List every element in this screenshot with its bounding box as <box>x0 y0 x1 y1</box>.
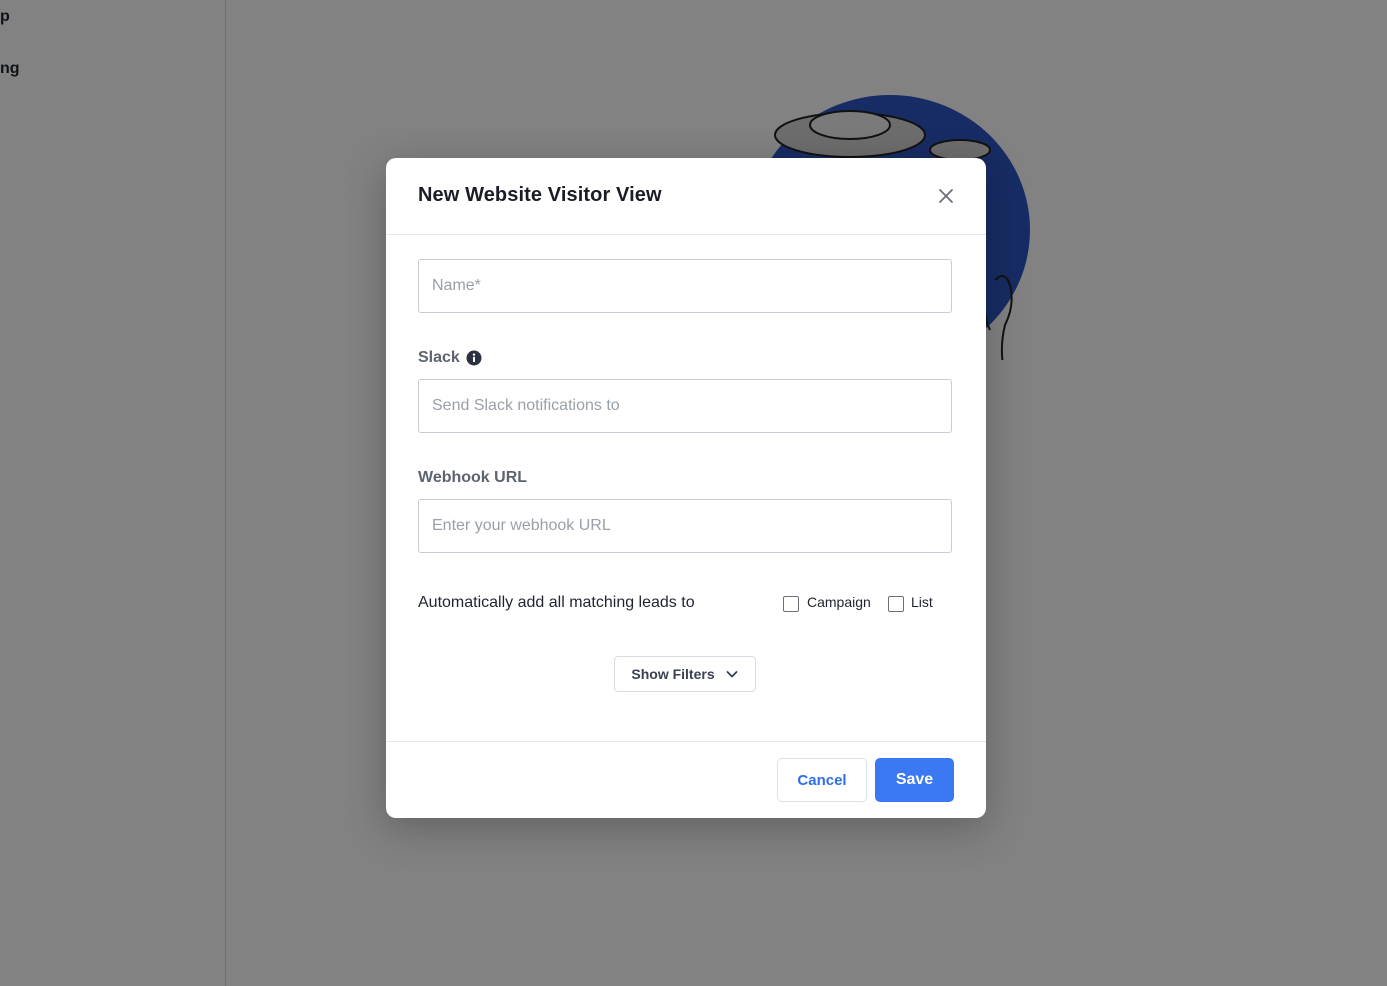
modal-title: New Website Visitor View <box>418 184 662 206</box>
close-icon[interactable] <box>934 184 958 208</box>
cancel-button[interactable]: Cancel <box>777 758 867 802</box>
show-filters-label: Show Filters <box>631 666 715 682</box>
slack-input[interactable] <box>418 379 952 433</box>
modal-header: New Website Visitor View <box>386 158 986 235</box>
auto-add-text: Automatically add all matching leads to <box>418 594 695 611</box>
footer-divider <box>386 741 986 742</box>
campaign-checkbox[interactable] <box>783 596 799 612</box>
campaign-checkbox-label[interactable]: Campaign <box>807 594 871 610</box>
info-icon[interactable] <box>466 350 482 366</box>
show-filters-button[interactable]: Show Filters <box>614 656 756 692</box>
slack-label: Slack <box>418 349 460 366</box>
new-view-modal: New Website Visitor View Slack Webhook U… <box>386 158 986 818</box>
save-button[interactable]: Save <box>875 758 954 802</box>
chevron-down-icon <box>726 671 738 678</box>
webhook-label: Webhook URL <box>418 469 528 486</box>
webhook-url-input[interactable] <box>418 499 952 553</box>
list-checkbox[interactable] <box>888 596 904 612</box>
list-checkbox-label[interactable]: List <box>911 594 933 610</box>
name-input[interactable] <box>418 259 952 313</box>
